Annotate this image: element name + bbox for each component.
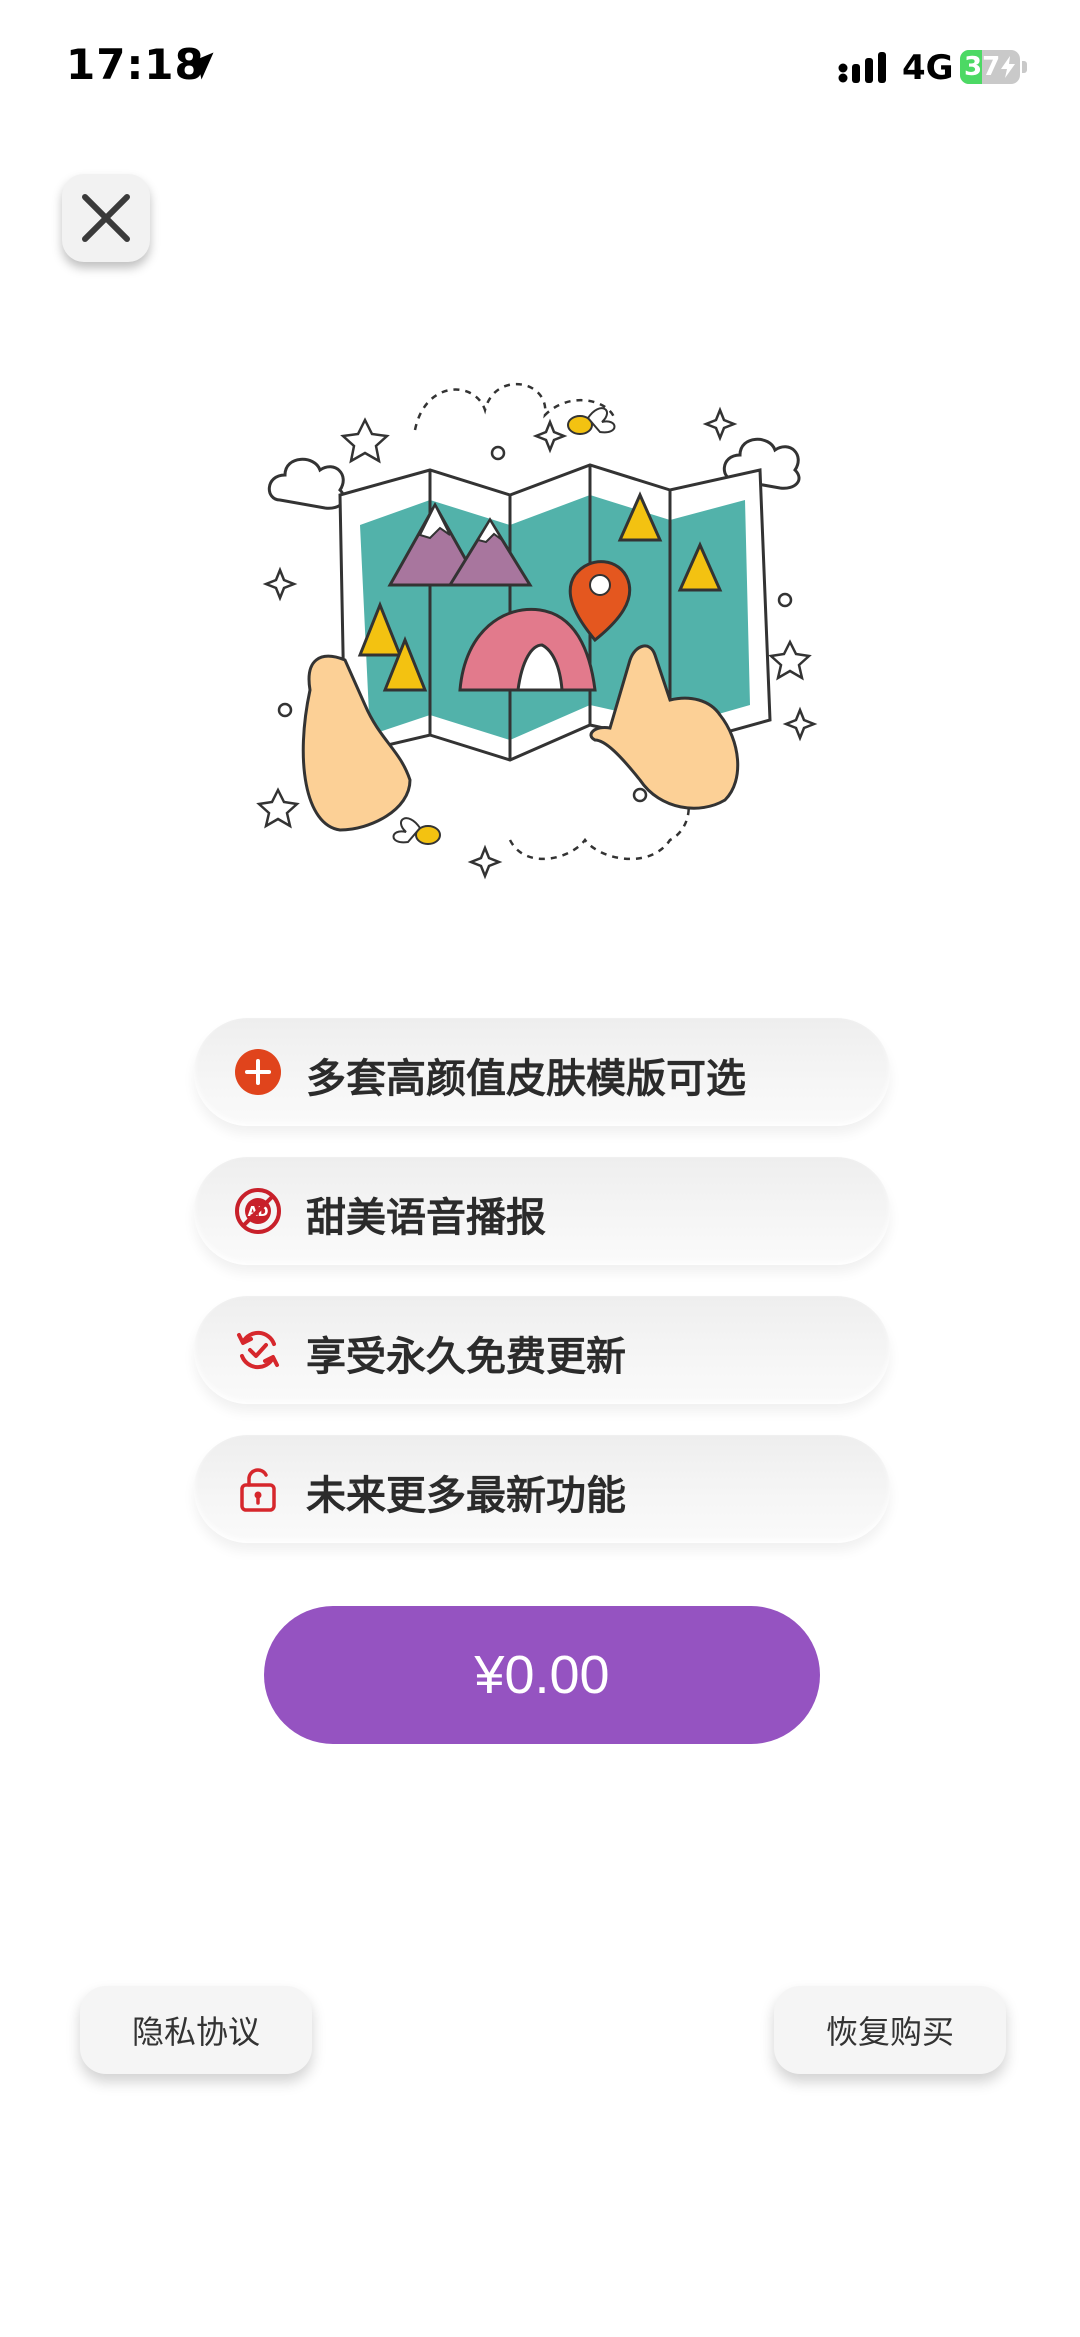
feature-item-updates: 享受永久免费更新 (194, 1296, 890, 1404)
feature-item-skins: 多套高颜值皮肤模版可选 (194, 1018, 890, 1126)
feature-list: 多套高颜值皮肤模版可选 AD 甜美语音播报 享受永久免费更新 未来更多最新功能 (194, 1018, 890, 1574)
feature-label: 多套高颜值皮肤模版可选 (306, 1056, 746, 1102)
plus-circle-icon (235, 1049, 281, 1095)
feature-item-future: 未来更多最新功能 (194, 1435, 890, 1543)
privacy-policy-button[interactable]: 隐私协议 (80, 1986, 312, 2074)
close-button[interactable] (62, 174, 150, 262)
network-label: 4G (902, 48, 954, 88)
charging-bolt-icon (1001, 56, 1015, 78)
status-bar: 17:18 4G 37 (0, 0, 1080, 140)
unlock-icon (240, 1468, 276, 1512)
close-icon (82, 194, 130, 242)
feature-label: 甜美语音播报 (306, 1195, 546, 1241)
no-ads-icon: AD (235, 1188, 281, 1234)
restore-purchase-button[interactable]: 恢复购买 (774, 1986, 1006, 2074)
feature-label: 未来更多最新功能 (306, 1473, 626, 1519)
feature-label: 享受永久免费更新 (306, 1334, 626, 1380)
refresh-check-icon (237, 1330, 279, 1370)
hands-holding-map-icon (256, 382, 818, 880)
battery-icon: 37 (960, 50, 1028, 84)
battery-level: 37 (964, 52, 1001, 82)
location-arrow-icon (186, 52, 214, 80)
purchase-button[interactable]: ¥0.00 (264, 1606, 820, 1744)
feature-item-voice: AD 甜美语音播报 (194, 1157, 890, 1265)
signal-icon (838, 52, 886, 83)
